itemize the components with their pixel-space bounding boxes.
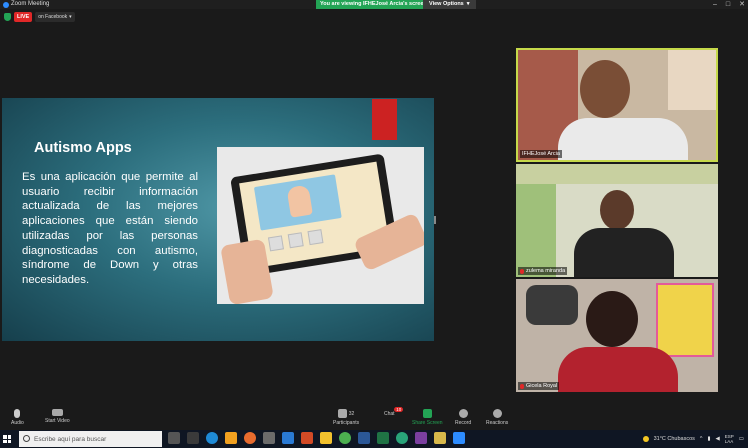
taskbar-search[interactable]: Escribe aquí para buscar [19, 431, 162, 447]
reactions-button[interactable]: Reactions [486, 409, 508, 426]
participant-tile[interactable]: IFHEJosé Arcia [516, 48, 718, 162]
system-tray: 31°C Chubascos ^ ▮ ◀ ESP LAA ▭ [642, 430, 744, 448]
weather-text[interactable]: 31°C Chubascos [654, 436, 695, 442]
chat-button[interactable]: 10 Chat [384, 407, 404, 417]
audio-button[interactable]: Audio [11, 409, 24, 426]
video-off-icon [51, 409, 63, 416]
word-icon[interactable] [358, 432, 370, 444]
app-icon[interactable] [320, 432, 332, 444]
chevron-down-icon: ▾ [466, 1, 470, 7]
notification-icon[interactable]: ▭ [739, 436, 744, 442]
window-title: Zoom Meeting [11, 1, 50, 7]
shield-icon[interactable] [4, 13, 11, 21]
folder-icon[interactable] [434, 432, 446, 444]
start-video-button[interactable]: Start Video [45, 409, 70, 424]
windows-taskbar: Escribe aquí para buscar 31°C Chubascos … [0, 430, 748, 448]
mic-muted-icon [520, 268, 524, 274]
window-controls: – □ ✕ [713, 0, 745, 9]
minimize-icon[interactable]: – [713, 0, 717, 9]
app-icon[interactable] [396, 432, 408, 444]
mic-muted-icon [520, 383, 524, 389]
view-options-label: View Options [429, 1, 464, 7]
participants-icon [337, 409, 347, 418]
live-platform-label: on Facebook [38, 14, 68, 20]
onenote-icon[interactable] [415, 432, 427, 444]
split-handle[interactable] [434, 216, 436, 224]
taskbar-apps [168, 432, 465, 444]
weather-icon [642, 436, 649, 442]
slide-decoration [372, 99, 397, 140]
search-icon [23, 435, 30, 442]
live-platform-dropdown[interactable]: on Facebook ▾ [35, 12, 75, 22]
share-screen-icon [422, 409, 432, 418]
live-badge[interactable]: LIVE [14, 12, 33, 22]
viewing-banner: You are viewing IFHEJosé Arcia's screen [316, 0, 431, 9]
task-view-icon[interactable] [168, 432, 180, 444]
edge-icon[interactable] [206, 432, 218, 444]
viewing-banner-text: You are viewing IFHEJosé Arcia's screen [320, 1, 427, 7]
search-placeholder: Escribe aquí para buscar [34, 435, 107, 443]
chevron-down-icon: ▾ [69, 14, 72, 20]
title-bar: Zoom Meeting You are viewing IFHEJosé Ar… [0, 0, 748, 9]
participants-button[interactable]: 32 Participants [333, 409, 359, 426]
mail-icon[interactable] [282, 432, 294, 444]
smiley-icon [492, 409, 502, 418]
excel-icon[interactable] [377, 432, 389, 444]
participant-tile[interactable]: Gicela Royal [516, 279, 718, 392]
windows-logo-icon [3, 435, 11, 443]
shared-screen: Autismo Apps Es una aplicación que permi… [2, 98, 434, 341]
volume-icon[interactable]: ◀ [716, 436, 720, 442]
participant-name: Gicela Royal [518, 382, 560, 390]
app-title: Zoom Meeting [3, 0, 49, 9]
chat-badge: 10 [394, 407, 404, 412]
chrome-icon[interactable] [339, 432, 351, 444]
firefox-icon[interactable] [244, 432, 256, 444]
zoom-icon[interactable] [453, 432, 465, 444]
store-icon[interactable] [263, 432, 275, 444]
record-icon [458, 409, 468, 418]
view-options-button[interactable]: View Options ▾ [423, 0, 476, 9]
close-icon[interactable]: ✕ [739, 0, 745, 9]
network-icon[interactable]: ▮ [708, 436, 711, 442]
file-explorer-icon[interactable] [225, 432, 237, 444]
participant-tile[interactable]: zulema miranda [516, 164, 718, 277]
slide-title: Autismo Apps [34, 140, 132, 156]
zoom-logo-icon [3, 1, 9, 8]
participant-name: zulema miranda [518, 267, 568, 275]
slide-photo [217, 147, 424, 304]
participant-name: IFHEJosé Arcia [520, 150, 562, 158]
language-indicator[interactable]: ESP LAA [725, 434, 734, 444]
share-screen-button[interactable]: Share Screen [412, 409, 443, 426]
powerpoint-icon[interactable] [301, 432, 313, 444]
app-icon[interactable] [187, 432, 199, 444]
chevron-up-icon[interactable]: ^ [700, 436, 703, 442]
microphone-icon [14, 409, 21, 418]
maximize-icon[interactable]: □ [726, 0, 730, 9]
meeting-toolbar: Audio Start Video 32 Participants 10 Cha… [0, 405, 748, 430]
record-button[interactable]: Record [455, 409, 471, 426]
slide-body: Es una aplicación que permite al usuario… [22, 171, 198, 286]
start-button[interactable] [0, 430, 14, 448]
live-indicator: LIVE on Facebook ▾ [4, 12, 75, 22]
